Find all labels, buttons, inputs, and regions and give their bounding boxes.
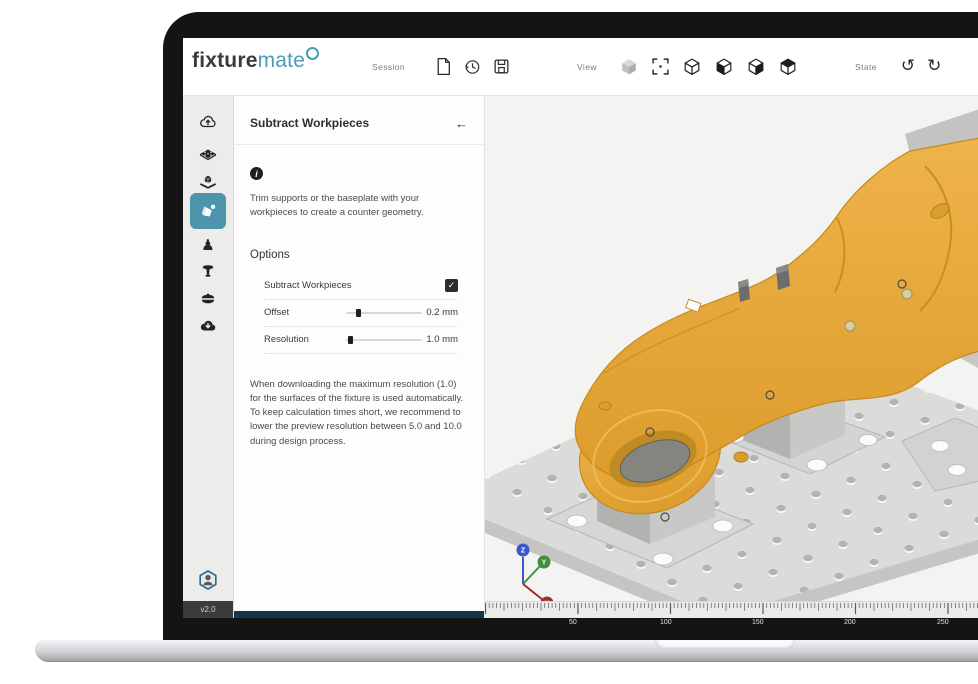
option-row-subtract: Subtract Workpieces ✓ — [264, 273, 458, 300]
laptop-base-notch — [655, 640, 795, 650]
panel-description: Trim supports or the baseplate with your… — [250, 192, 465, 221]
option-label: Subtract Workpieces — [264, 280, 445, 291]
sidebar-tool-workpiece[interactable] — [198, 172, 218, 192]
top-bar: fixturemate Session View — [183, 38, 978, 96]
new-file-icon — [435, 57, 452, 76]
ruler-strip — [485, 601, 978, 618]
sidebar-tool-download[interactable] — [198, 316, 218, 336]
main-row: ♟ v2.0 Subtract Workpieces ← i — [183, 96, 978, 618]
support-pawn-icon: ♟ — [198, 235, 218, 255]
ruler-label: 200 — [844, 619, 856, 626]
cube-front-face-icon — [714, 56, 734, 77]
options-heading: Options — [250, 249, 468, 261]
laptop-base — [35, 640, 978, 662]
cube-top-face-icon — [778, 56, 798, 77]
slider-thumb[interactable] — [348, 336, 353, 344]
save-button[interactable] — [493, 58, 510, 75]
panel-title: Subtract Workpieces — [250, 116, 369, 130]
option-row-offset: Offset 0.2 mm — [264, 300, 458, 327]
zoom-fit-icon — [651, 57, 670, 76]
options-rows: Subtract Workpieces ✓ Offset 0.2 mm Reso… — [264, 273, 458, 354]
view-group: View — [577, 38, 804, 101]
session-group-label: Session — [372, 62, 405, 72]
clamp-disc-icon — [198, 289, 218, 309]
panel-horizontal-scrollbar[interactable] — [234, 611, 484, 618]
pin-icon — [198, 261, 218, 281]
offset-slider[interactable] — [346, 308, 422, 318]
sidebar-tool-pins[interactable] — [198, 261, 218, 281]
cube-side-face-icon — [746, 56, 766, 77]
ruler-label: 50 — [569, 619, 577, 626]
axis-y-label: Y — [542, 560, 547, 567]
option-label: Resolution — [264, 334, 346, 345]
view-top-button[interactable] — [778, 56, 798, 77]
option-label: Offset — [264, 307, 346, 318]
save-icon — [493, 58, 510, 75]
ruler-label: 250 — [937, 619, 949, 626]
cloud-upload-icon — [198, 112, 218, 132]
zoom-fit-button[interactable] — [651, 57, 670, 76]
subtract-workpieces-checkbox[interactable]: ✓ — [445, 279, 458, 292]
view-group-label: View — [577, 62, 597, 72]
tool-sidebar: ♟ v2.0 — [183, 96, 234, 618]
panel-body: i Trim supports or the baseplate with yo… — [234, 167, 484, 449]
state-group-label: State — [855, 62, 877, 72]
subtract-workpieces-panel: Subtract Workpieces ← i Trim supports or… — [234, 96, 485, 618]
undo-button[interactable]: ↺ — [901, 58, 915, 75]
sidebar-tool-subtract-workpieces[interactable] — [190, 193, 226, 229]
viewport-3d[interactable]: Z Y X — [485, 96, 978, 618]
baseplate-icon — [198, 145, 218, 165]
checkmark-icon: ✓ — [448, 280, 456, 291]
sidebar-tool-import[interactable] — [198, 112, 218, 132]
new-file-button[interactable] — [435, 57, 452, 76]
subtract-workpieces-icon — [197, 200, 219, 222]
slider-track — [346, 339, 422, 341]
sidebar-tool-supports[interactable]: ♟ — [198, 235, 218, 255]
view-front-button[interactable] — [714, 56, 734, 77]
slider-thumb[interactable] — [356, 309, 361, 317]
shaded-cube-icon — [619, 56, 639, 77]
resolution-slider[interactable] — [346, 335, 422, 345]
ruler-label: 100 — [660, 619, 672, 626]
logo-ring-icon — [306, 47, 319, 60]
ruler-label: 150 — [752, 619, 764, 626]
shaded-view-button[interactable] — [619, 56, 639, 77]
logo-text-fixture: fixture — [192, 49, 258, 72]
sidebar-tool-clamps[interactable] — [198, 289, 218, 309]
info-icon: i — [250, 167, 263, 180]
view-isometric-button[interactable] — [682, 56, 702, 77]
redo-button[interactable]: ↻ — [927, 58, 941, 75]
app-logo: fixturemate — [192, 49, 319, 73]
app-screen: fixturemate Session View — [183, 38, 978, 617]
panel-header: Subtract Workpieces ← — [234, 96, 484, 145]
view-side-button[interactable] — [746, 56, 766, 77]
history-button[interactable] — [464, 58, 481, 76]
cube-wireframe-icon — [682, 56, 702, 77]
version-badge: v2.0 — [183, 601, 233, 618]
sidebar-tool-baseplate[interactable] — [198, 145, 218, 165]
logo-text-mate: mate — [258, 49, 306, 72]
cloud-download-icon — [198, 316, 218, 336]
panel-note: When downloading the maximum resolution … — [250, 378, 468, 449]
history-icon — [464, 58, 481, 76]
user-profile-icon — [197, 569, 219, 591]
state-group: State ↺ ↻ — [855, 38, 947, 101]
offset-value: 0.2 mm — [422, 307, 458, 318]
axis-z-label: Z — [521, 548, 526, 555]
option-row-resolution: Resolution 1.0 mm — [264, 327, 458, 354]
profile-button[interactable] — [197, 569, 219, 591]
session-group: Session — [372, 38, 516, 101]
back-arrow-button[interactable]: ← — [455, 117, 468, 130]
scene-3d: Z Y X — [485, 96, 978, 618]
cube-on-plate-icon — [198, 172, 218, 192]
resolution-value: 1.0 mm — [422, 334, 458, 345]
